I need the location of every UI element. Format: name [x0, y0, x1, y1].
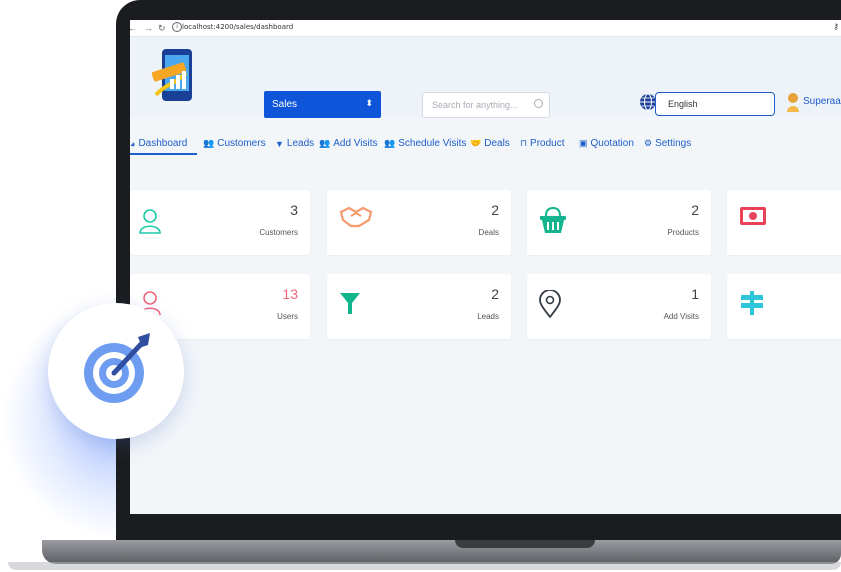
card-value: 3 [290, 202, 298, 218]
card-value: 13 [282, 286, 298, 302]
filter-icon: ▼ [275, 138, 284, 149]
laptop-shadow [8, 562, 841, 570]
map-pin-icon [539, 290, 561, 318]
nav-label: Settings [655, 138, 692, 149]
gears-icon: ⚙ [644, 138, 653, 148]
user-outline-icon [139, 209, 161, 234]
handshake-icon [339, 206, 373, 228]
browser-address-bar: ← → ↻ i localhost:4200/sales/dashboard ⚷ [130, 20, 841, 37]
card-leads[interactable]: 2 Leads [327, 274, 511, 339]
nav-product[interactable]: ⊓ Product [520, 138, 565, 149]
nav-dashboard[interactable]: ◕ Dashboard [130, 138, 187, 149]
card-label: Users [277, 312, 298, 321]
card-label: Customers [259, 228, 298, 237]
user-name[interactable]: Superaa [803, 96, 841, 107]
info-icon[interactable]: i [172, 22, 182, 32]
basket-icon: ⊓ [520, 138, 528, 148]
card-value: 2 [491, 286, 499, 302]
nav-label: Product [530, 138, 565, 149]
module-select-value: Sales [272, 99, 298, 110]
module-select[interactable]: Sales ⬍ [264, 91, 381, 118]
target-icon [84, 333, 150, 403]
card-products[interactable]: 2 Products [527, 190, 711, 255]
key-icon[interactable]: ⚷ [833, 22, 839, 31]
card-schedule-visits[interactable] [727, 274, 841, 339]
user-avatar-icon[interactable] [786, 92, 800, 112]
handshake-icon: 🤝 [470, 138, 482, 148]
main-nav: ◕ Dashboard 👥 Customers ▼ Leads 👥 Add Vi… [130, 138, 841, 155]
users-icon: 👥 [203, 138, 215, 148]
nav-label: Leads [286, 138, 315, 149]
nav-schedule-visits[interactable]: 👥 Schedule Visits [384, 138, 466, 149]
search-input[interactable]: Search for anything... [422, 92, 550, 118]
nav-label: Quotation [590, 138, 634, 149]
filter-icon [340, 293, 360, 314]
target-badge [48, 303, 184, 439]
app-screen: ← → ↻ i localhost:4200/sales/dashboard ⚷… [130, 20, 841, 514]
nav-label: Schedule Visits [398, 138, 467, 149]
nav-deals[interactable]: 🤝 Deals [470, 138, 510, 149]
users-icon: 👥 [319, 138, 331, 148]
card-quotation[interactable] [727, 190, 841, 255]
app-logo[interactable] [150, 45, 200, 109]
card-value: 1 [691, 286, 699, 302]
nav-customers[interactable]: 👥 Customers [203, 138, 266, 149]
card-label: Deals [478, 228, 499, 237]
back-arrow-icon[interactable]: ← [130, 23, 137, 33]
money-icon: ▣ [579, 138, 588, 148]
language-value: English [668, 99, 698, 109]
card-value: 2 [491, 202, 499, 218]
language-select[interactable]: English [655, 92, 775, 116]
select-arrows-icon: ⬍ [365, 98, 373, 108]
laptop-notch [455, 540, 595, 548]
basket-icon [540, 206, 566, 233]
nav-settings[interactable]: ⚙ Settings [644, 138, 691, 149]
nav-label: Dashboard [138, 138, 188, 149]
url-text[interactable]: localhost:4200/sales/dashboard [182, 23, 293, 31]
search-placeholder: Search for anything... [432, 100, 518, 110]
nav-active-indicator [130, 153, 197, 155]
dashboard-icon: ◕ [130, 138, 136, 149]
card-add-visits[interactable]: 1 Add Visits [527, 274, 711, 339]
reload-icon[interactable]: ↻ [158, 23, 166, 34]
card-label: Leads [477, 312, 499, 321]
nav-quotation[interactable]: ▣ Quotation [579, 138, 634, 149]
card-label: Add Visits [663, 312, 699, 321]
money-icon [740, 207, 766, 225]
card-value: 2 [691, 202, 699, 218]
card-deals[interactable]: 2 Deals [327, 190, 511, 255]
nav-label: Deals [484, 138, 510, 149]
signpost-icon [741, 291, 763, 315]
nav-add-visits[interactable]: 👥 Add Visits [319, 138, 378, 149]
users-icon: 👥 [384, 138, 396, 148]
app-header: Sales ⬍ Search for anything... English S… [130, 37, 841, 118]
forward-arrow-icon[interactable]: → [144, 23, 153, 33]
nav-leads[interactable]: ▼ Leads [275, 138, 314, 149]
search-icon [534, 99, 543, 108]
card-customers[interactable]: 3 Customers [130, 190, 310, 255]
laptop-base [42, 540, 841, 564]
card-label: Products [667, 228, 699, 237]
nav-label: Customers [217, 138, 266, 149]
nav-label: Add Visits [333, 138, 378, 149]
